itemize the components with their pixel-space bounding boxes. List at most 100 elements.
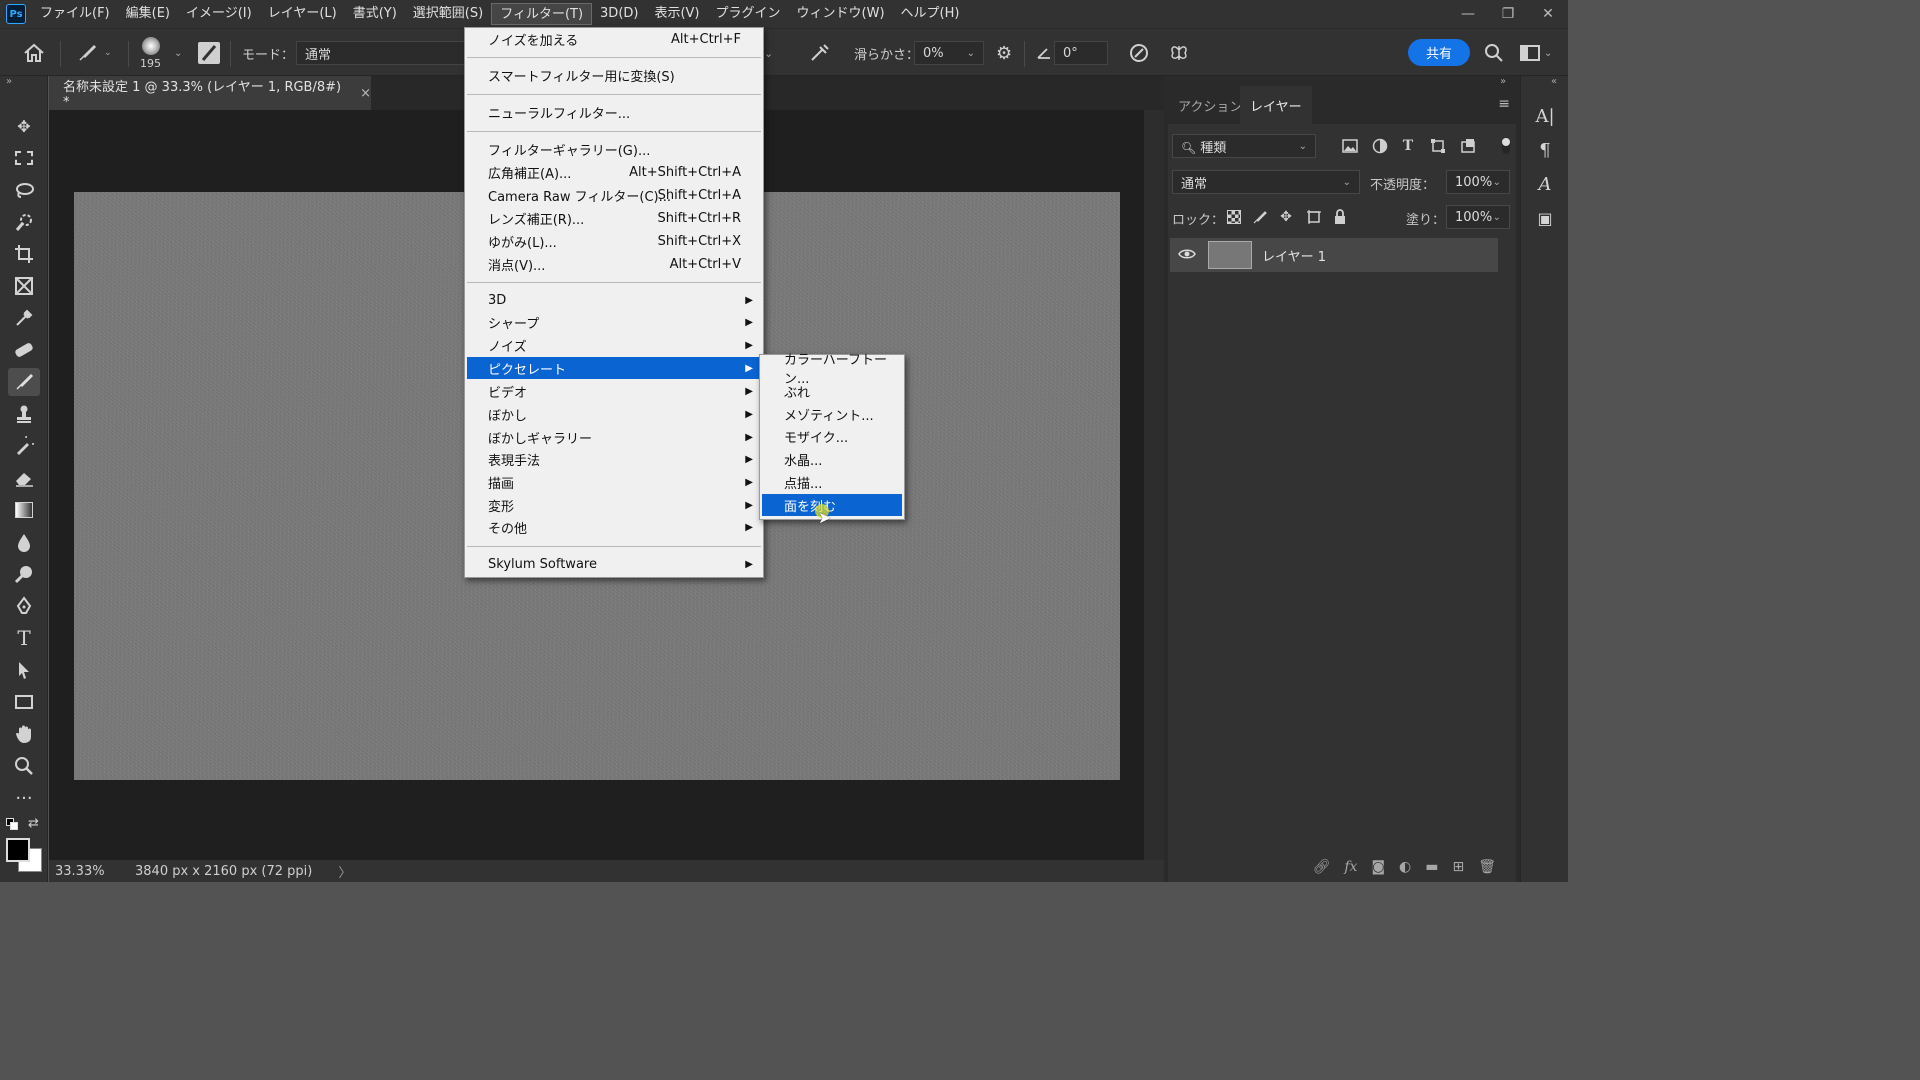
brush-size-chevron-icon[interactable]: ⌄ (174, 29, 182, 77)
gradient-tool-icon[interactable] (8, 496, 40, 524)
document-tab[interactable]: 名称未設定 1 @ 33.3% (レイヤー 1, RGB/8#) * × (49, 76, 371, 110)
filter-submenu-blur[interactable]: ぼかし ▶ (467, 403, 761, 425)
filter-menu-item[interactable]: Camera Raw フィルター(C)... Shift+Ctrl+A (467, 184, 761, 206)
filter-submenu-sharpen[interactable]: シャープ ▶ (467, 311, 761, 333)
blend-mode-select[interactable]: 通常 ⌄ (1172, 170, 1360, 194)
pen-tool-icon[interactable] (8, 592, 40, 620)
layer-filter-kind-select[interactable]: 🔍︎ 種類 ⌄ (1172, 134, 1316, 158)
lock-image-pixels-icon[interactable] (1250, 207, 1270, 227)
menu-help[interactable]: ヘルプ(H) (893, 3, 968, 25)
pixelate-item-crystallize[interactable]: 水晶... (762, 448, 902, 470)
rectangle-tool-icon[interactable] (8, 688, 40, 716)
menu-image[interactable]: イメージ(I) (178, 3, 260, 25)
filter-shape-layer-icon[interactable] (1428, 136, 1448, 156)
healing-brush-tool-icon[interactable] (8, 336, 40, 364)
filter-submenu-render[interactable]: 描画 ▶ (467, 471, 761, 493)
filter-menu-item[interactable]: スマートフィルター用に変換(S) (467, 64, 761, 86)
pixelate-item-color-halftone[interactable]: カラーハーフトーン... (762, 353, 902, 387)
crop-tool-icon[interactable] (8, 240, 40, 268)
angle-input[interactable]: 0° (1054, 29, 1108, 77)
new-layer-icon[interactable]: ⊞ (1452, 859, 1464, 875)
menu-type[interactable]: 書式(Y) (345, 3, 405, 25)
filter-submenu-stylize[interactable]: 表現手法 ▶ (467, 448, 761, 470)
filter-submenu-distort[interactable]: 変形 ▶ (467, 494, 761, 516)
menu-window[interactable]: ウィンドウ(W) (789, 3, 893, 25)
brush-size-picker[interactable]: 195 (140, 29, 161, 77)
filter-submenu-skylum[interactable]: Skylum Software ▶ (467, 553, 761, 575)
opacity-input[interactable]: 100% ⌄ (1446, 170, 1510, 194)
frame-tool-icon[interactable] (8, 272, 40, 300)
brush-tool-icon[interactable] (8, 368, 40, 396)
new-group-folder-icon[interactable]: ▬ (1425, 859, 1438, 875)
pixelate-item-mosaic[interactable]: モザイク... (762, 425, 902, 447)
mode-select[interactable]: 通常 (296, 29, 466, 77)
brush-tool-preset-icon[interactable]: ⌄ (76, 29, 112, 77)
menu-3d[interactable]: 3D(D) (592, 3, 646, 25)
filter-submenu-3d[interactable]: 3D ▶ (467, 289, 761, 311)
swap-colors-icon[interactable]: ⇄ (28, 816, 39, 831)
menu-layer[interactable]: レイヤー(L) (260, 3, 345, 25)
filter-submenu-noise[interactable]: ノイズ ▶ (467, 334, 761, 356)
pressure-size-icon[interactable] (1128, 29, 1150, 77)
filter-menu-item[interactable]: フィルターギャラリー(G)... (467, 138, 761, 160)
zoom-tool-icon[interactable] (8, 752, 40, 780)
search-icon[interactable] (1484, 29, 1504, 77)
expand-right-panels-icon[interactable]: « (1551, 76, 1557, 87)
filter-smart-object-icon[interactable] (1458, 136, 1478, 156)
filter-menu-item[interactable]: 広角補正(A)... Alt+Shift+Ctrl+A (467, 161, 761, 183)
new-adjustment-layer-icon[interactable]: ◐ (1399, 859, 1411, 875)
clone-stamp-tool-icon[interactable] (8, 400, 40, 428)
lock-transparent-pixels-icon[interactable] (1224, 207, 1244, 227)
home-icon[interactable] (22, 29, 46, 77)
layer-name[interactable]: レイヤー 1 (1262, 246, 1326, 265)
eraser-tool-icon[interactable] (8, 464, 40, 492)
history-brush-tool-icon[interactable] (8, 432, 40, 460)
filter-menu-item[interactable]: レンズ補正(R)... Shift+Ctrl+R (467, 207, 761, 229)
layer-thumbnail[interactable] (1208, 241, 1252, 269)
dodge-tool-icon[interactable] (8, 560, 40, 588)
filter-menu-item[interactable]: ゆがみ(L)... Shift+Ctrl+X (467, 230, 761, 252)
menu-edit[interactable]: 編集(E) (118, 3, 178, 25)
menu-file[interactable]: ファイル(F) (32, 3, 118, 25)
eyedropper-tool-icon[interactable] (8, 304, 40, 332)
status-arrow-icon[interactable]: 〉 (338, 862, 351, 881)
type-tool-icon[interactable]: T (8, 624, 40, 652)
filter-pixel-layer-icon[interactable] (1340, 136, 1360, 156)
minimize-icon[interactable]: — (1448, 0, 1488, 28)
paragraph-panel-icon[interactable]: ¶ (1531, 136, 1559, 164)
menu-view[interactable]: 表示(V) (646, 3, 707, 25)
tab-layers[interactable]: レイヤー (1240, 86, 1312, 124)
filter-menu-item[interactable]: 消点(V)... Alt+Ctrl+V (467, 253, 761, 275)
pixelate-item-facet[interactable]: 面を刻む (762, 494, 902, 516)
menu-plugins[interactable]: プラグイン (708, 3, 789, 25)
lock-artboard-icon[interactable] (1304, 207, 1324, 227)
hand-tool-icon[interactable] (8, 720, 40, 748)
zoom-level[interactable]: 33.33% (55, 864, 125, 879)
layer-row[interactable]: レイヤー 1 (1170, 238, 1498, 272)
move-tool-icon[interactable]: ✥ (8, 112, 40, 140)
marquee-tool-icon[interactable] (8, 144, 40, 172)
filter-submenu-video[interactable]: ビデオ ▶ (467, 380, 761, 402)
filter-menu-item[interactable]: ニューラルフィルター... (467, 101, 761, 123)
filter-toggle-icon[interactable] (1496, 136, 1516, 156)
foreground-color-swatch[interactable] (6, 838, 30, 862)
brush-settings-icon[interactable] (198, 29, 220, 77)
filter-menu-item[interactable]: ノイズを加える Alt+Ctrl+F (467, 28, 761, 50)
path-selection-tool-icon[interactable] (8, 656, 40, 684)
filter-adjustment-layer-icon[interactable] (1370, 136, 1390, 156)
menu-select[interactable]: 選択範囲(S) (405, 3, 491, 25)
pixelate-item-pointillize[interactable]: 点描... (762, 471, 902, 493)
pixelate-item-fragment[interactable]: ぶれ (762, 380, 902, 402)
smoothing-input[interactable]: 0% ⌄ (914, 29, 984, 77)
filter-submenu-pixelate[interactable]: ピクセレート ▶ (467, 357, 761, 379)
lock-all-icon[interactable] (1330, 207, 1350, 227)
layer-visibility-eye-icon[interactable] (1178, 247, 1196, 265)
close-window-icon[interactable]: ✕ (1528, 0, 1568, 28)
fill-input[interactable]: 100% ⌄ (1446, 205, 1510, 229)
expand-toolbar-icon[interactable]: » (6, 76, 12, 87)
airbrush-icon[interactable] (808, 29, 832, 77)
filter-type-layer-icon[interactable]: T (1398, 136, 1418, 156)
lasso-tool-icon[interactable] (8, 176, 40, 204)
glyphs-panel-icon[interactable]: A (1531, 170, 1559, 198)
properties-panel-icon[interactable]: ▣ (1531, 204, 1559, 232)
